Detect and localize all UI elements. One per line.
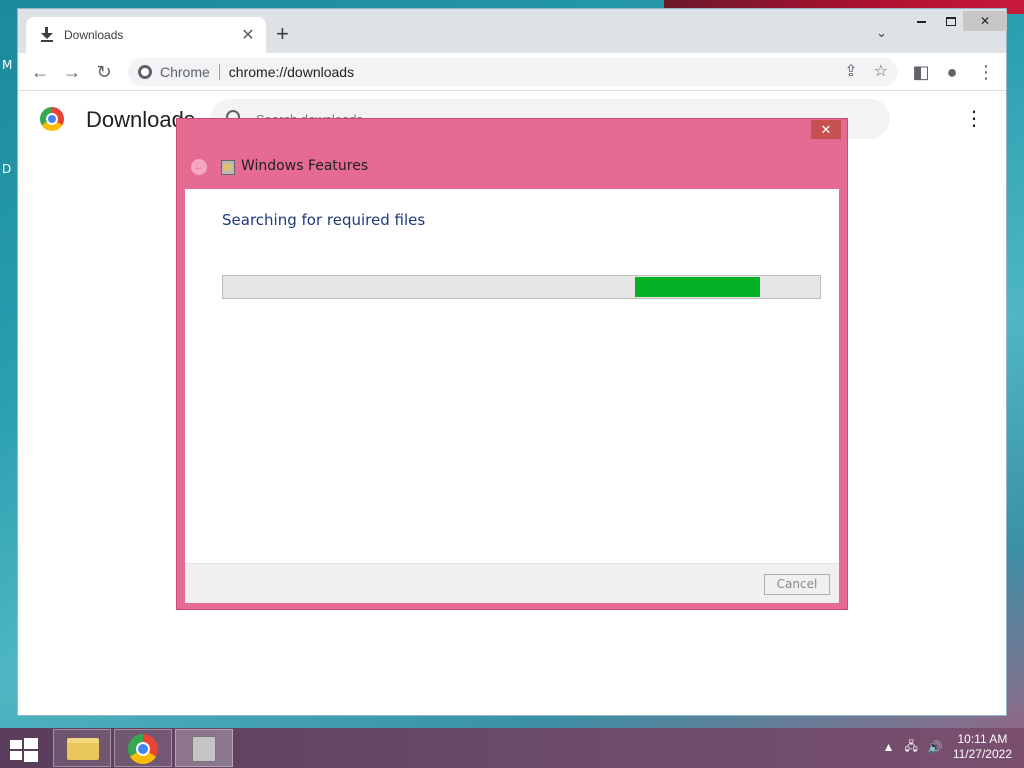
minimize-icon [916,20,926,23]
downloads-menu-icon[interactable]: ⋮ [964,109,984,129]
network-icon[interactable]: 🖧 [904,737,917,758]
dialog-body: Searching for required files [185,189,839,563]
dialog-footer: Cancel [185,563,839,603]
chrome-site-icon [138,65,152,79]
windows-features-icon [192,736,216,762]
tab-title: Downloads [64,28,124,42]
bookmark-star-icon[interactable]: ☆ [874,61,888,81]
chrome-menu-icon[interactable]: ⋮ [974,61,998,83]
cancel-button[interactable]: Cancel [764,574,830,595]
dialog-title: Windows Features [241,158,369,174]
clock-date: 11/27/2022 [952,747,1012,761]
share-icon[interactable]: ⇪ [844,61,857,81]
folder-icon [67,738,99,760]
tab-close-button[interactable]: ✕ [240,25,256,45]
omnibox-chip: Chrome [160,64,210,80]
close-window-button[interactable]: ✕ [963,11,1007,31]
taskbar-file-explorer[interactable] [53,729,111,767]
omnibox[interactable]: Chrome chrome://downloads ⇪ ☆ [128,58,898,86]
download-icon [40,27,54,43]
clock-time: 10:11 AM [957,732,1008,746]
tab-strip: Downloads ✕ + ⌄ ✕ [18,9,1007,53]
progress-fill [634,277,761,297]
desktop-icon-label: M [2,58,13,72]
reload-button[interactable]: ↻ [92,61,116,83]
volume-icon[interactable]: 🔊 [928,740,943,754]
windows-features-dialog: ✕ ← Windows Features Searching for requi… [176,118,848,610]
progress-bar [222,275,821,299]
show-hidden-icons-button[interactable]: ▲ [883,740,895,754]
tab-search-button[interactable]: ⌄ [876,25,887,41]
system-tray: ▲ 🖧 🔊 10:11 AM 11/27/2022 [883,732,1012,762]
clock[interactable]: 10:11 AM 11/27/2022 [953,732,1012,762]
taskbar-windows-features[interactable] [175,729,233,767]
browser-toolbar: ← → ↻ Chrome chrome://downloads ⇪ ☆ ◧ ● … [18,53,1006,91]
windows-features-icon [221,160,235,175]
back-button[interactable]: ← [28,61,52,83]
forward-button[interactable]: → [60,61,84,83]
profile-avatar-icon[interactable]: ● [940,61,964,83]
back-arrow-icon[interactable]: ← [191,159,207,175]
desktop-icon-label: D [2,162,12,176]
dialog-close-button[interactable]: ✕ [811,120,841,139]
status-heading: Searching for required files [222,211,426,229]
omnibox-url[interactable]: chrome://downloads [229,64,354,80]
taskbar: ▲ 🖧 🔊 10:11 AM 11/27/2022 [0,728,1024,768]
windows-logo-icon [10,740,22,749]
new-tab-button[interactable]: + [276,23,289,45]
start-button[interactable] [10,738,38,762]
tab-downloads[interactable]: Downloads ✕ [26,17,266,53]
omnibox-separator [218,64,220,80]
taskbar-chrome[interactable] [114,729,172,767]
chrome-logo-icon [40,107,64,131]
side-panel-icon[interactable]: ◧ [909,61,933,83]
maximize-icon [946,17,956,27]
chrome-icon [128,734,158,764]
